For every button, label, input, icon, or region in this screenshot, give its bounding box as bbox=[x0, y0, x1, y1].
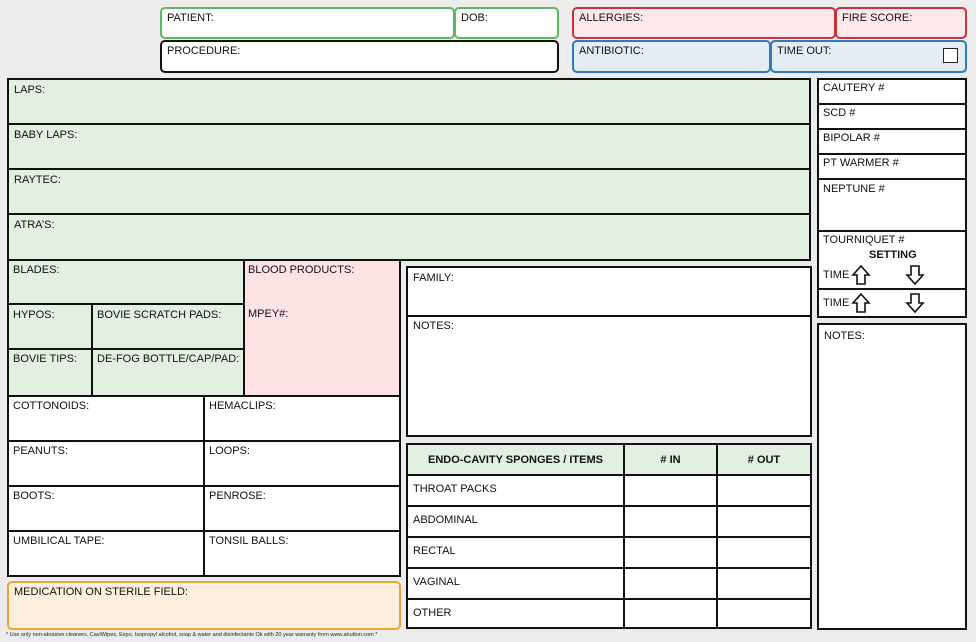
divider bbox=[716, 443, 718, 629]
divider bbox=[406, 567, 812, 569]
divider bbox=[817, 153, 967, 155]
notes-center-label: NOTES: bbox=[413, 320, 454, 332]
tonsil-balls-label: TONSIL BALLS: bbox=[209, 535, 289, 547]
setting-label: SETTING bbox=[869, 249, 917, 261]
endo-row-label: ABDOMINAL bbox=[413, 514, 478, 526]
divider bbox=[406, 315, 812, 317]
time-out-label: TIME OUT: bbox=[777, 45, 832, 57]
allergies-field[interactable]: ALLERGIES: bbox=[572, 7, 836, 39]
peanuts-label: PEANUTS: bbox=[13, 445, 69, 457]
patient-field[interactable]: PATIENT: bbox=[160, 7, 455, 39]
family-label: FAMILY: bbox=[413, 272, 454, 284]
arrow-up-icon[interactable] bbox=[851, 292, 871, 314]
raytec-label: RAYTEC: bbox=[14, 174, 61, 186]
baby-laps-label: BABY LAPS: bbox=[14, 129, 78, 141]
endo-row-label: OTHER bbox=[413, 607, 452, 619]
pt-warmer-label: PT WARMER # bbox=[823, 157, 899, 169]
divider bbox=[7, 123, 811, 125]
hemaclips-label: HEMACLIPS: bbox=[209, 400, 276, 412]
divider bbox=[7, 485, 401, 487]
loops-label: LOOPS: bbox=[209, 445, 250, 457]
hypos-label: HYPOS: bbox=[13, 309, 55, 321]
endo-header-items: ENDO-CAVITY SPONGES / ITEMS bbox=[427, 454, 603, 466]
divider bbox=[7, 303, 245, 305]
footer-disclaimer: * Use only non-abrasive cleaners. CaviWi… bbox=[6, 632, 378, 638]
tourniquet-label: TOURNIQUET # bbox=[823, 234, 905, 246]
scd-label: SCD # bbox=[823, 107, 856, 119]
laps-label: LAPS: bbox=[14, 84, 46, 96]
antibiotic-field[interactable]: ANTIBIOTIC: bbox=[572, 40, 771, 73]
divider bbox=[406, 505, 812, 507]
fire-score-label: FIRE SCORE: bbox=[842, 12, 913, 24]
divider bbox=[817, 128, 967, 130]
blood-products-cell[interactable]: BLOOD PRODUCTS: MPEY#: bbox=[245, 261, 399, 395]
cautery-label: CAUTERY # bbox=[823, 82, 885, 94]
procedure-field[interactable]: PROCEDURE: bbox=[160, 40, 559, 73]
cottonoids-label: COTTONOIDS: bbox=[13, 400, 90, 412]
antibiotic-label: ANTIBIOTIC: bbox=[579, 45, 644, 57]
bovie-tips-label: BOVIE TIPS: bbox=[13, 353, 77, 365]
neptune-label: NEPTUNE # bbox=[823, 183, 885, 195]
divider bbox=[817, 103, 967, 105]
divider bbox=[406, 536, 812, 538]
endo-header-in: # IN bbox=[660, 454, 681, 466]
divider bbox=[406, 598, 812, 600]
divider bbox=[406, 474, 812, 476]
family-notes-section: FAMILY: NOTES: bbox=[406, 266, 812, 437]
patient-label: PATIENT: bbox=[167, 12, 214, 24]
notes-right-section[interactable]: NOTES: bbox=[817, 323, 967, 630]
divider bbox=[817, 288, 967, 290]
divider bbox=[817, 230, 967, 232]
penrose-label: PENROSE: bbox=[209, 490, 266, 502]
mpey-label: MPEY#: bbox=[248, 308, 289, 320]
time-out-checkbox[interactable] bbox=[943, 48, 958, 63]
bipolar-label: BIPOLAR # bbox=[823, 132, 880, 144]
divider bbox=[7, 168, 811, 170]
divider bbox=[623, 443, 625, 629]
arrow-down-icon[interactable] bbox=[905, 264, 925, 286]
boots-label: BOOTS: bbox=[13, 490, 55, 502]
endo-row-label: THROAT PACKS bbox=[413, 483, 497, 495]
divider bbox=[243, 259, 245, 397]
divider bbox=[7, 213, 811, 215]
time-label: TIME bbox=[823, 297, 850, 309]
divider bbox=[7, 348, 245, 350]
atras-label: ATRA’S: bbox=[14, 219, 55, 231]
time-label: TIME bbox=[823, 269, 850, 281]
procedure-label: PROCEDURE: bbox=[167, 45, 241, 57]
arrow-down-icon[interactable] bbox=[905, 292, 925, 314]
allergies-label: ALLERGIES: bbox=[579, 12, 644, 24]
endo-header-out: # OUT bbox=[747, 454, 781, 466]
arrow-up-icon[interactable] bbox=[851, 264, 871, 286]
bovie-scratch-pads-label: BOVIE SCRATCH PADS: bbox=[97, 309, 222, 321]
endo-row-label: VAGINAL bbox=[413, 576, 460, 588]
medication-field[interactable]: MEDICATION ON STERILE FIELD: bbox=[7, 581, 401, 630]
blades-label: BLADES: bbox=[13, 264, 60, 276]
dob-field[interactable]: DOB: bbox=[454, 7, 559, 39]
medication-label: MEDICATION ON STERILE FIELD: bbox=[14, 586, 188, 598]
time-out-field[interactable]: TIME OUT: bbox=[770, 40, 967, 73]
fire-score-field[interactable]: FIRE SCORE: bbox=[835, 7, 967, 39]
divider bbox=[91, 303, 93, 397]
divider bbox=[7, 440, 401, 442]
umbilical-tape-label: UMBILICAL TAPE: bbox=[13, 535, 105, 547]
notes-right-label: NOTES: bbox=[824, 330, 865, 342]
defog-label: DE-FOG BOTTLE/CAP/PAD: bbox=[97, 353, 240, 365]
blood-products-label: BLOOD PRODUCTS: bbox=[248, 264, 355, 276]
endo-row-label: RECTAL bbox=[413, 545, 456, 557]
divider bbox=[817, 178, 967, 180]
divider bbox=[7, 530, 401, 532]
dob-label: DOB: bbox=[461, 12, 488, 24]
